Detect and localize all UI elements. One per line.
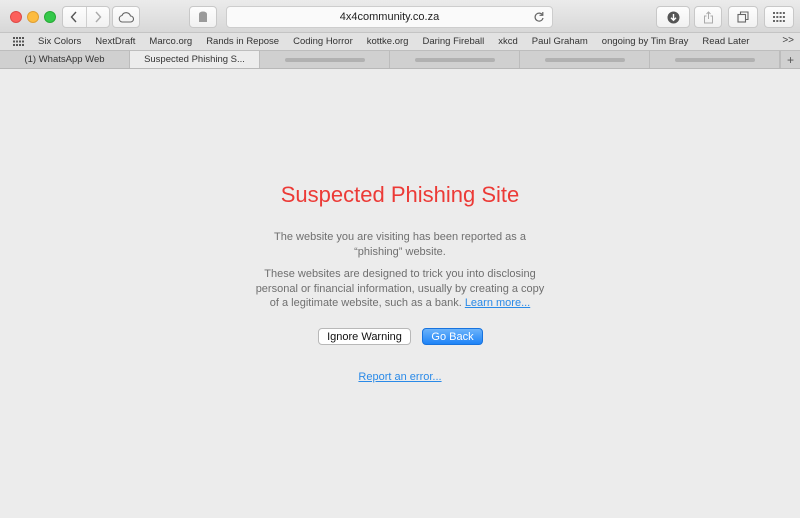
- downloads-button[interactable]: [656, 6, 690, 28]
- bookmark-read-later[interactable]: Read Later: [702, 36, 749, 47]
- close-window-button[interactable]: [10, 11, 22, 23]
- address-bar[interactable]: 4x4community.co.za: [226, 6, 553, 28]
- forward-button[interactable]: [85, 7, 109, 27]
- reader-button[interactable]: [189, 6, 217, 28]
- top-sites-button[interactable]: [764, 6, 794, 28]
- bookmark-six-colors[interactable]: Six Colors: [38, 36, 81, 47]
- bookmark-nextdraft[interactable]: NextDraft: [95, 36, 135, 47]
- back-button[interactable]: [63, 7, 86, 27]
- show-all-tabs-button[interactable]: [728, 6, 758, 28]
- back-icon: [71, 11, 78, 23]
- tab-bar: (1) WhatsApp Web Suspected Phishing S...…: [0, 50, 800, 69]
- report-error-link[interactable]: Report an error...: [358, 371, 441, 383]
- new-tab-button[interactable]: +: [780, 51, 800, 68]
- grid-icon: [773, 12, 785, 22]
- tab-whatsapp[interactable]: (1) WhatsApp Web: [0, 51, 130, 68]
- tab-redacted[interactable]: [390, 51, 520, 68]
- tab-label: Suspected Phishing S...: [144, 54, 245, 65]
- more-bookmarks-button[interactable]: >>: [782, 35, 794, 46]
- warning-explanation: These websites are designed to trick you…: [250, 267, 550, 311]
- tab-redacted[interactable]: [520, 51, 650, 68]
- maximize-window-button[interactable]: [44, 11, 56, 23]
- grid-icon[interactable]: [13, 37, 24, 46]
- tab-redacted[interactable]: [650, 51, 780, 68]
- learn-more-link[interactable]: Learn more...: [465, 297, 530, 309]
- bookmark-marco[interactable]: Marco.org: [149, 36, 192, 47]
- bookmark-paul-graham[interactable]: Paul Graham: [532, 36, 588, 47]
- tabs-icon: [737, 11, 749, 23]
- warning-title: Suspected Phishing Site: [280, 182, 520, 207]
- downloads-icon: [667, 11, 679, 23]
- navigation-buttons: [62, 6, 110, 28]
- address-text: 4x4community.co.za: [339, 11, 440, 23]
- redacted-tab-title: [414, 57, 495, 62]
- bookmark-kottke[interactable]: kottke.org: [367, 36, 409, 47]
- bookmark-xkcd[interactable]: xkcd: [498, 36, 518, 47]
- cloud-icon: [118, 11, 134, 23]
- bookmark-rands-in-repose[interactable]: Rands in Repose: [206, 36, 279, 47]
- bookmark-ongoing[interactable]: ongoing by Tim Bray: [602, 36, 689, 47]
- tab-suspected-phishing[interactable]: Suspected Phishing S...: [130, 51, 260, 68]
- phishing-warning-page: Suspected Phishing Site The website you …: [0, 69, 800, 518]
- bookmarks-bar: Six Colors NextDraft Marco.org Rands in …: [0, 33, 800, 50]
- browser-toolbar: 4x4community.co.za: [0, 0, 800, 33]
- tab-label: (1) WhatsApp Web: [24, 54, 105, 65]
- ignore-warning-button[interactable]: Ignore Warning: [318, 328, 411, 345]
- share-icon: [703, 10, 713, 23]
- reader-icon: [199, 11, 207, 22]
- share-button[interactable]: [694, 6, 722, 28]
- tab-redacted[interactable]: [260, 51, 390, 68]
- icloud-tabs-button[interactable]: [112, 6, 140, 28]
- forward-icon: [95, 11, 102, 23]
- go-back-button[interactable]: Go Back: [422, 328, 483, 345]
- reload-icon[interactable]: [533, 11, 545, 23]
- redacted-tab-title: [544, 57, 625, 62]
- redacted-tab-title: [284, 57, 365, 62]
- bookmark-daring-fireball[interactable]: Daring Fireball: [422, 36, 484, 47]
- minimize-window-button[interactable]: [27, 11, 39, 23]
- bookmark-coding-horror[interactable]: Coding Horror: [293, 36, 353, 47]
- redacted-tab-title: [674, 57, 755, 62]
- warning-description: The website you are visiting has been re…: [274, 231, 526, 258]
